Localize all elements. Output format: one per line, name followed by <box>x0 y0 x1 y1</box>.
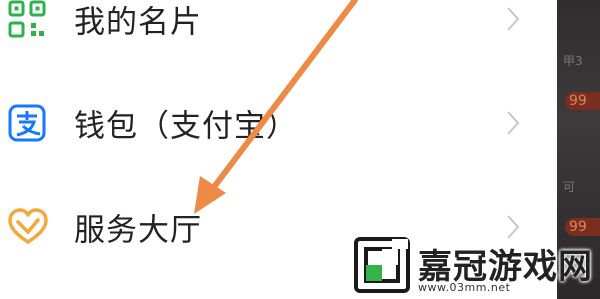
chevron-right-icon <box>507 7 520 31</box>
count-badge: 99 <box>565 218 600 236</box>
menu-item-label: 服务大厅 <box>74 212 202 249</box>
menu-item-wallet[interactable]: 钱包（支付宝） <box>0 80 560 166</box>
site-watermark: 嘉冠游戏网 www.03mm.net <box>352 235 600 299</box>
menu-item-label: 我的名片 <box>74 4 202 41</box>
chevron-right-icon <box>507 111 520 135</box>
menu-item-business-card[interactable]: 我的名片 <box>0 0 560 62</box>
site-url: www.03mm.net <box>418 281 511 294</box>
side-text: 可 <box>563 180 576 194</box>
count-badge: 99 <box>565 92 600 110</box>
alipay-icon <box>8 104 46 142</box>
side-text: 甲3 <box>563 54 583 68</box>
qr-code-icon <box>8 0 46 38</box>
heart-service-icon <box>8 208 48 246</box>
menu-item-label: 钱包（支付宝） <box>74 108 298 145</box>
site-logo-icon <box>354 237 410 293</box>
